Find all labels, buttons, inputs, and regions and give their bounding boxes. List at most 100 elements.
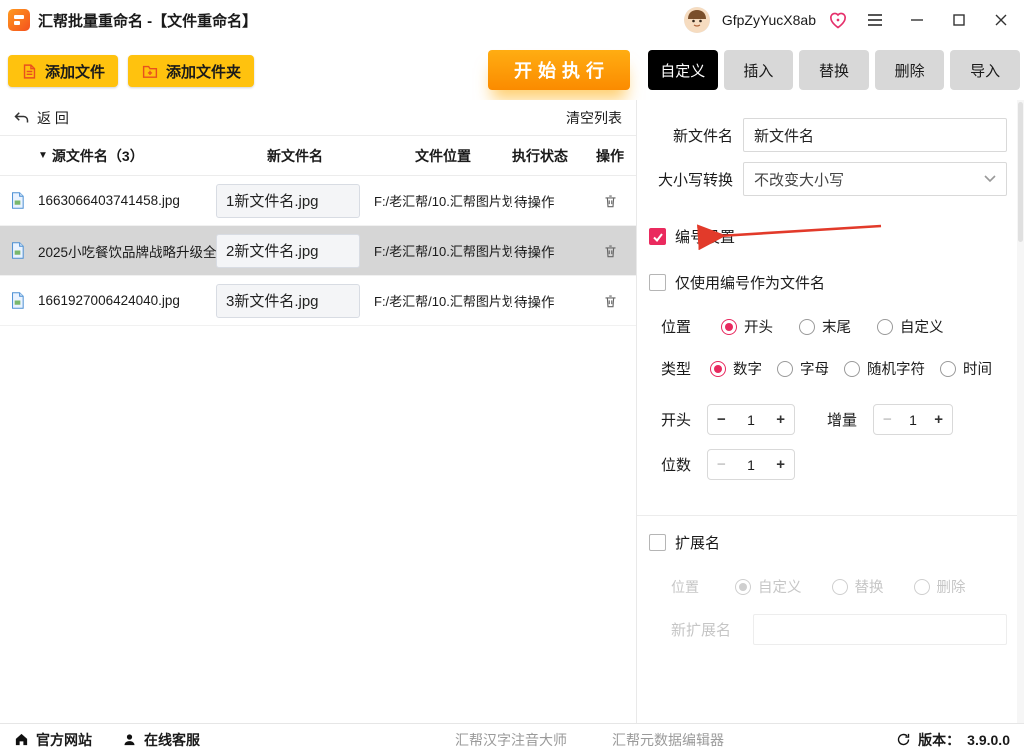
type-option-time[interactable]: 时间 [940,358,992,379]
delete-row-button[interactable] [603,243,618,259]
radio-icon [777,361,793,377]
maximize-icon [953,14,965,26]
version-value: 3.9.0.0 [967,732,1010,748]
radio-icon [799,319,815,335]
toolbar: 添加文件 添加文件夹 开始执行 自定义 插入 替换 删除 导入 [0,48,1024,92]
add-file-button[interactable]: 添加文件 [8,55,118,87]
type-label: 类型 [661,358,695,379]
tab-custom[interactable]: 自定义 [648,50,718,90]
new-filename-input[interactable] [216,284,360,318]
type-option-number[interactable]: 数字 [710,358,762,379]
position-label: 位置 [661,316,695,337]
header-new-filename: 新文件名 [216,146,374,166]
increment-button[interactable]: + [934,411,943,428]
file-list-pane: 返 回 清空列表 ▼ 源文件名（3） 新文件名 文件位置 执行状态 操作 166… [0,100,636,723]
new-name-label: 新文件名 [649,125,733,146]
table-row[interactable]: 1661927006424040.jpg F:/老汇帮/10.汇帮图片划 待操作 [0,276,636,326]
position-option-end[interactable]: 末尾 [799,316,851,337]
trash-icon [603,243,618,259]
add-folder-label: 添加文件夹 [166,61,241,82]
avatar[interactable] [684,7,710,33]
type-option-random[interactable]: 随机字符 [844,358,925,379]
new-filename-cell [216,184,374,218]
statusbar: 官方网站 在线客服 汇帮汉字注音大师 汇帮元数据编辑器 版本： 3.9.0.0 [0,723,1024,755]
header-action: 操作 [584,146,636,166]
decrement-button[interactable]: − [717,411,726,428]
start-execute-button[interactable]: 开始执行 [488,50,630,90]
digits-stepper: − 1 + [707,449,795,480]
maximize-button[interactable] [944,6,974,34]
panel-scrollbar[interactable] [1017,100,1024,723]
chevron-down-icon [984,175,996,183]
delete-row-button[interactable] [603,193,618,209]
extension-checkbox-row[interactable]: 扩展名 [649,532,1007,553]
decrement-button: − [717,456,726,473]
extension-position-row: 位置 自定义 替换 删除 [671,576,1007,597]
delete-row-button[interactable] [603,293,618,309]
radio-icon [832,579,848,595]
position-option-custom[interactable]: 自定义 [877,316,944,337]
minimize-button[interactable] [902,6,932,34]
increment-button[interactable]: + [776,411,785,428]
vip-heart-icon[interactable] [828,10,848,30]
back-button[interactable]: 返 回 [14,108,69,128]
case-convert-select[interactable]: 不改变大小写 [743,162,1007,196]
tab-delete[interactable]: 删除 [875,50,945,90]
menu-button[interactable] [860,6,890,34]
file-icon [10,192,38,209]
add-folder-icon [141,63,159,80]
radio-icon [844,361,860,377]
case-convert-row: 大小写转换 不改变大小写 [649,162,1007,196]
scrollbar-thumb[interactable] [1018,102,1023,242]
new-name-input[interactable] [743,118,1007,152]
radio-icon [710,361,726,377]
username[interactable]: GfpZyYucX8ab [722,12,816,28]
radio-icon [721,319,737,335]
section-divider [637,515,1017,516]
support-icon [122,732,137,747]
new-filename-input[interactable] [216,234,360,268]
type-option-letter[interactable]: 字母 [777,358,829,379]
extension-option-delete: 删除 [914,576,966,597]
numbering-checkbox[interactable] [649,228,666,245]
header-source-label: 源文件名（3） [52,146,144,166]
extension-option-replace: 替换 [832,576,884,597]
new-filename-input[interactable] [216,184,360,218]
back-icon [14,111,29,125]
numbering-checkbox-row[interactable]: 编号设置 [649,226,1007,247]
tab-insert[interactable]: 插入 [724,50,794,90]
extension-option-custom: 自定义 [735,576,802,597]
close-button[interactable] [986,6,1016,34]
minimize-icon [911,14,923,26]
new-extension-row: 新扩展名 [671,614,1007,645]
house-icon [14,732,29,747]
clear-list-button[interactable]: 清空列表 [566,108,622,128]
extension-checkbox[interactable] [649,534,666,551]
check-icon [652,231,664,243]
start-number-stepper: − 1 + [707,404,795,435]
close-icon [995,14,1007,26]
header-source-filename[interactable]: ▼ 源文件名（3） [38,146,216,166]
product-link-metadata[interactable]: 汇帮元数据编辑器 [612,730,724,750]
digits-value: 1 [747,457,755,473]
start-execute-label: 开始执行 [508,57,610,83]
header-file-location: 文件位置 [374,146,512,166]
add-file-label: 添加文件 [45,61,105,82]
only-number-checkbox-row[interactable]: 仅使用编号作为文件名 [649,272,1007,293]
position-option-start[interactable]: 开头 [721,316,773,337]
titlebar-right: GfpZyYucX8ab [684,6,1016,34]
increment-button[interactable]: + [776,456,785,473]
file-location: F:/老汇帮/10.汇帮图片划 [374,191,512,210]
online-support-link[interactable]: 在线客服 [122,730,200,750]
tab-import[interactable]: 导入 [950,50,1020,90]
refresh-icon[interactable] [896,732,911,747]
table-row[interactable]: 1663066403741458.jpg F:/老汇帮/10.汇帮图片划 待操作 [0,176,636,226]
table-row[interactable]: 2025小吃餐饮品牌战略升级全案 F:/老汇帮/10.汇帮图片划 待操作 [0,226,636,276]
product-link-pinyin[interactable]: 汇帮汉字注音大师 [455,730,567,750]
add-folder-button[interactable]: 添加文件夹 [128,55,254,87]
official-website-link[interactable]: 官方网站 [14,730,92,750]
file-icon [10,242,38,259]
execution-status: 待操作 [512,191,584,211]
only-number-checkbox[interactable] [649,274,666,291]
tab-replace[interactable]: 替换 [799,50,869,90]
